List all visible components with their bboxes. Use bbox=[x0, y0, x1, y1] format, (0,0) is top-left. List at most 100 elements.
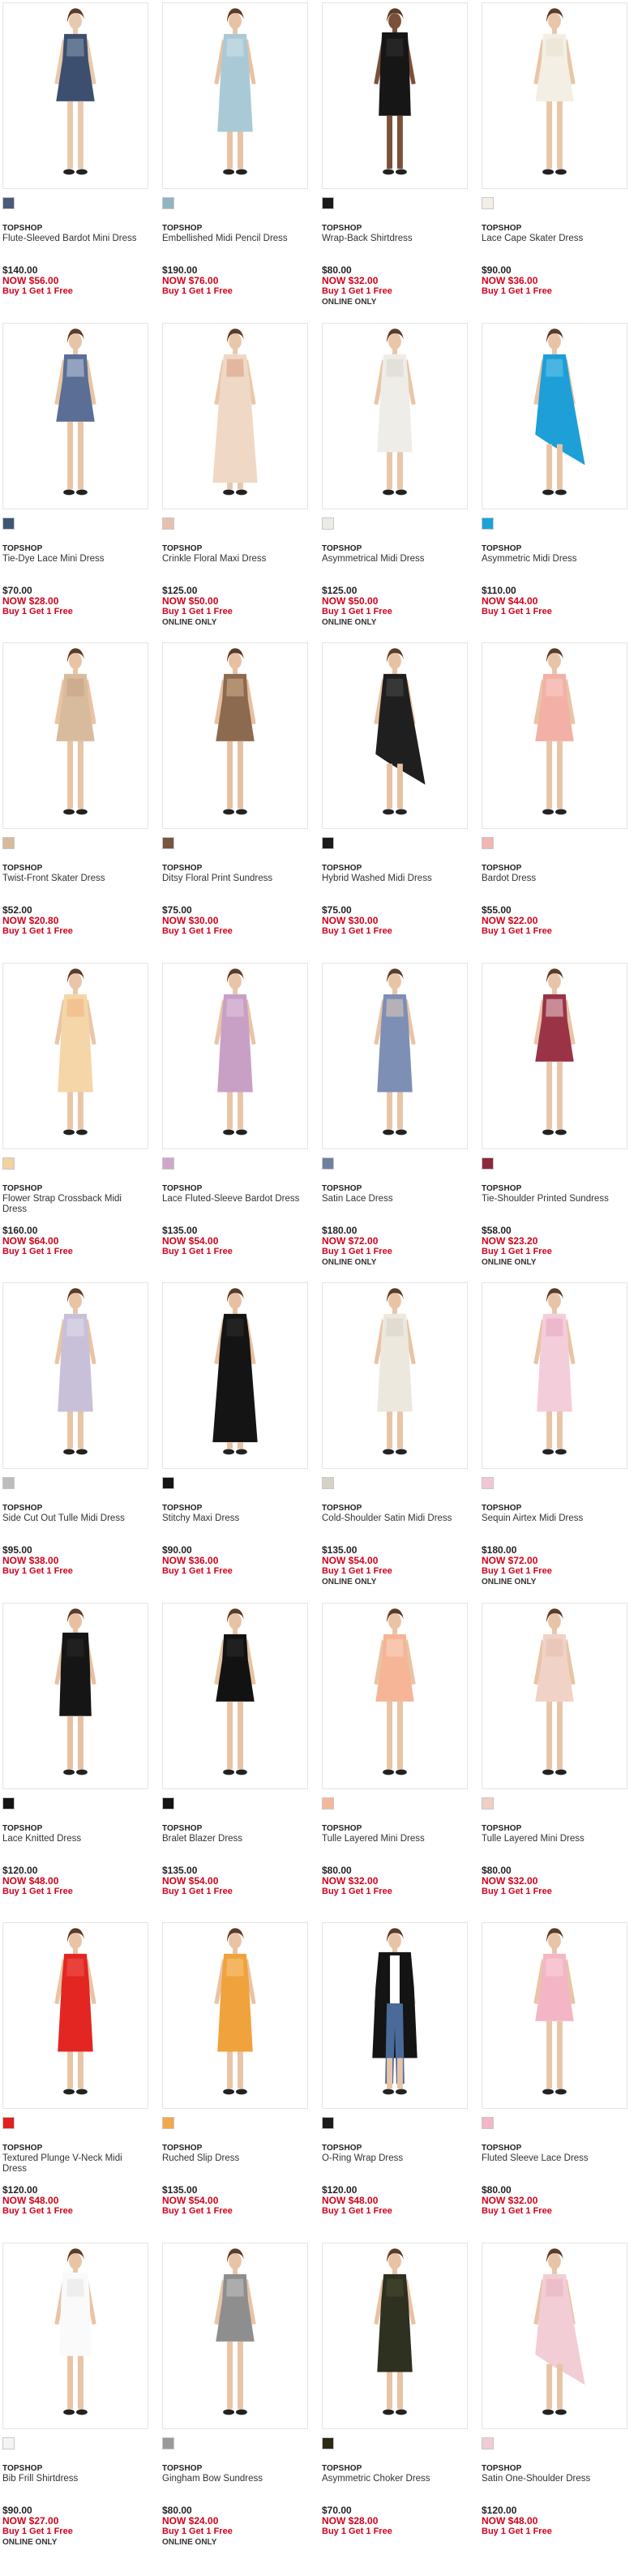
product-card[interactable]: TOPSHOP Lace Knitted Dress $120.00 NOW $48.… bbox=[2, 1603, 148, 1921]
color-swatch[interactable] bbox=[482, 1797, 494, 1810]
product-card[interactable]: TOPSHOP O-Ring Wrap Dress $120.00 NOW $48.0… bbox=[322, 1922, 468, 2240]
color-swatch[interactable] bbox=[2, 1797, 15, 1810]
product-image[interactable] bbox=[2, 2, 148, 189]
product-image[interactable] bbox=[2, 1603, 148, 1789]
product-name-link[interactable]: Lace Knitted Dress bbox=[2, 1834, 148, 1844]
product-name-link[interactable]: Textured Plunge V-Neck Midi Dress bbox=[2, 2153, 148, 2175]
product-image[interactable] bbox=[322, 642, 468, 829]
product-image[interactable] bbox=[482, 2243, 627, 2429]
product-name-link[interactable]: Stitchy Maxi Dress bbox=[162, 1513, 308, 1524]
color-swatch[interactable] bbox=[482, 517, 494, 530]
color-swatch[interactable] bbox=[2, 837, 15, 849]
color-swatch[interactable] bbox=[482, 1157, 494, 1170]
product-card[interactable]: TOPSHOP Twist-Front Skater Dress $52.00 NOW… bbox=[2, 642, 148, 960]
product-image[interactable] bbox=[162, 1922, 308, 2109]
product-card[interactable]: TOPSHOP Tulle Layered Mini Dress $80.00 NOW… bbox=[482, 1603, 627, 1921]
product-card[interactable]: TOPSHOP Lace Cape Skater Dress $90.00 NOW $… bbox=[482, 2, 627, 320]
product-card[interactable]: TOPSHOP Textured Plunge V-Neck Midi Dress… bbox=[2, 1922, 148, 2240]
product-name-link[interactable]: Lace Fluted-Sleeve Bardot Dress bbox=[162, 1194, 308, 1204]
product-card[interactable]: TOPSHOP Bralet Blazer Dress $135.00 NOW $54… bbox=[162, 1603, 308, 1921]
product-card[interactable]: TOPSHOP Tie-Shoulder Printed Sundress $58.… bbox=[482, 963, 627, 1281]
product-name-link[interactable]: Hybrid Washed Midi Dress bbox=[322, 874, 468, 884]
color-swatch[interactable] bbox=[322, 1797, 334, 1810]
product-card[interactable]: TOPSHOP Ditsy Floral Print Sundress $75.00… bbox=[162, 642, 308, 960]
product-name-link[interactable]: Tie-Dye Lace Mini Dress bbox=[2, 554, 148, 565]
product-image[interactable] bbox=[2, 642, 148, 829]
product-image[interactable] bbox=[482, 642, 627, 829]
product-image[interactable] bbox=[482, 1282, 627, 1469]
color-swatch[interactable] bbox=[482, 197, 494, 209]
color-swatch[interactable] bbox=[322, 517, 334, 530]
product-name-link[interactable]: Tulle Layered Mini Dress bbox=[322, 1834, 468, 1844]
product-image[interactable] bbox=[162, 323, 308, 509]
color-swatch[interactable] bbox=[162, 1157, 174, 1170]
color-swatch[interactable] bbox=[322, 837, 334, 849]
product-card[interactable]: TOPSHOP Cold-Shoulder Satin Midi Dress $13… bbox=[322, 1282, 468, 1600]
color-swatch[interactable] bbox=[162, 1477, 174, 1489]
product-image[interactable] bbox=[162, 2243, 308, 2429]
product-card[interactable]: TOPSHOP Tie-Dye Lace Mini Dress $70.00 NOW … bbox=[2, 323, 148, 641]
product-card[interactable]: TOPSHOP Lace Fluted-Sleeve Bardot Dress $1… bbox=[162, 963, 308, 1281]
color-swatch[interactable] bbox=[322, 2437, 334, 2449]
product-image[interactable] bbox=[322, 1603, 468, 1789]
product-image[interactable] bbox=[322, 1922, 468, 2109]
color-swatch[interactable] bbox=[162, 837, 174, 849]
product-card[interactable]: TOPSHOP Bardot Dress $55.00 NOW $22.00 Buy 1… bbox=[482, 642, 627, 960]
product-image[interactable] bbox=[482, 323, 627, 509]
product-image[interactable] bbox=[2, 963, 148, 1149]
color-swatch[interactable] bbox=[322, 197, 334, 209]
color-swatch[interactable] bbox=[162, 1797, 174, 1810]
product-image[interactable] bbox=[2, 1282, 148, 1469]
color-swatch[interactable] bbox=[162, 2437, 174, 2449]
product-name-link[interactable]: Gingham Bow Sundress bbox=[162, 2474, 308, 2484]
product-name-link[interactable]: Satin Lace Dress bbox=[322, 1194, 468, 1204]
product-image[interactable] bbox=[162, 1282, 308, 1469]
product-card[interactable]: TOPSHOP Satin One-Shoulder Dress $120.00 NO… bbox=[482, 2243, 627, 2561]
product-card[interactable]: TOPSHOP Side Cut Out Tulle Midi Dress $95.… bbox=[2, 1282, 148, 1600]
product-name-link[interactable]: O-Ring Wrap Dress bbox=[322, 2153, 468, 2164]
product-image[interactable] bbox=[482, 963, 627, 1149]
color-swatch[interactable] bbox=[2, 1477, 15, 1489]
product-image[interactable] bbox=[2, 2243, 148, 2429]
product-name-link[interactable]: Cold-Shoulder Satin Midi Dress bbox=[322, 1513, 468, 1524]
product-name-link[interactable]: Asymmetric Choker Dress bbox=[322, 2474, 468, 2484]
product-card[interactable]: TOPSHOP Hybrid Washed Midi Dress $75.00 NOW… bbox=[322, 642, 468, 960]
product-name-link[interactable]: Bardot Dress bbox=[482, 874, 627, 884]
color-swatch[interactable] bbox=[482, 2117, 494, 2129]
color-swatch[interactable] bbox=[2, 197, 15, 209]
product-name-link[interactable]: Ruched Slip Dress bbox=[162, 2153, 308, 2164]
product-name-link[interactable]: Crinkle Floral Maxi Dress bbox=[162, 554, 308, 565]
product-card[interactable]: TOPSHOP Satin Lace Dress $180.00 NOW $72.00… bbox=[322, 963, 468, 1281]
product-image[interactable] bbox=[162, 1603, 308, 1789]
color-swatch[interactable] bbox=[162, 517, 174, 530]
color-swatch[interactable] bbox=[162, 197, 174, 209]
product-name-link[interactable]: Wrap-Back Shirtdress bbox=[322, 234, 468, 244]
product-card[interactable]: TOPSHOP Bib Frill Shirtdress $90.00 NOW $27… bbox=[2, 2243, 148, 2561]
product-card[interactable]: TOPSHOP Crinkle Floral Maxi Dress $125.00 N… bbox=[162, 323, 308, 641]
color-swatch[interactable] bbox=[482, 837, 494, 849]
product-card[interactable]: TOPSHOP Fluted Sleeve Lace Dress $80.00 NOW… bbox=[482, 1922, 627, 2240]
product-image[interactable] bbox=[162, 2, 308, 189]
color-swatch[interactable] bbox=[2, 2437, 15, 2449]
color-swatch[interactable] bbox=[322, 1477, 334, 1489]
product-image[interactable] bbox=[322, 963, 468, 1149]
product-name-link[interactable]: Bib Frill Shirtdress bbox=[2, 2474, 148, 2484]
product-name-link[interactable]: Flower Strap Crossback Midi Dress bbox=[2, 1194, 148, 1215]
product-name-link[interactable]: Satin One-Shoulder Dress bbox=[482, 2474, 627, 2484]
product-image[interactable] bbox=[322, 1282, 468, 1469]
product-image[interactable] bbox=[162, 963, 308, 1149]
product-name-link[interactable]: Tulle Layered Mini Dress bbox=[482, 1834, 627, 1844]
color-swatch[interactable] bbox=[322, 2117, 334, 2129]
product-image[interactable] bbox=[322, 323, 468, 509]
product-card[interactable]: TOPSHOP Asymmetrical Midi Dress $125.00 NOW… bbox=[322, 323, 468, 641]
product-card[interactable]: TOPSHOP Flower Strap Crossback Midi Dress… bbox=[2, 963, 148, 1281]
color-swatch[interactable] bbox=[162, 2117, 174, 2129]
product-card[interactable]: TOPSHOP Asymmetric Choker Dress $70.00 NOW … bbox=[322, 2243, 468, 2561]
product-name-link[interactable]: Side Cut Out Tulle Midi Dress bbox=[2, 1513, 148, 1524]
product-card[interactable]: TOPSHOP Sequin Airtex Midi Dress $180.00 NO… bbox=[482, 1282, 627, 1600]
product-name-link[interactable]: Flute-Sleeved Bardot Mini Dress bbox=[2, 234, 148, 244]
product-image[interactable] bbox=[162, 642, 308, 829]
product-name-link[interactable]: Bralet Blazer Dress bbox=[162, 1834, 308, 1844]
product-name-link[interactable]: Ditsy Floral Print Sundress bbox=[162, 874, 308, 884]
product-card[interactable]: TOPSHOP Flute-Sleeved Bardot Mini Dress $1… bbox=[2, 2, 148, 320]
